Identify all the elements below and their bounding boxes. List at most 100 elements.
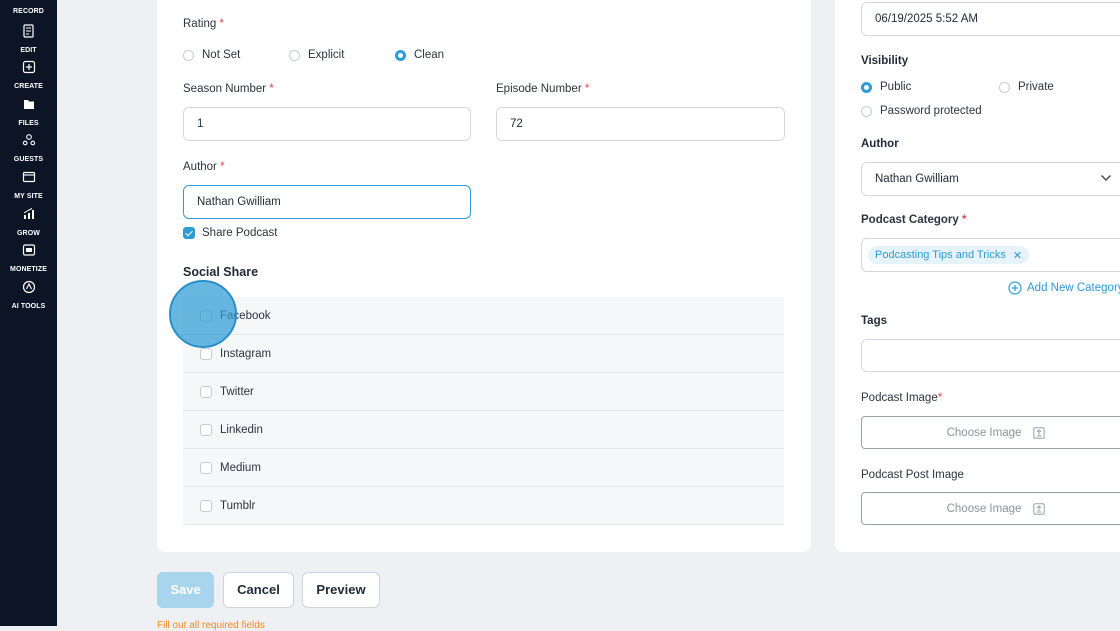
visibility-option-private[interactable]: Private (999, 81, 1054, 93)
share-podcast-label: Share Podcast (202, 227, 278, 239)
social-option-label: Twitter (220, 385, 254, 398)
cancel-button[interactable]: Cancel (223, 572, 294, 608)
required-mark: * (219, 18, 224, 30)
social-share-title: Social Share (183, 265, 259, 279)
social-option-label: Medium (220, 461, 261, 474)
guests-icon (22, 134, 35, 146)
nav-files[interactable]: FILES (0, 97, 57, 130)
checkbox (200, 347, 212, 360)
social-option-twitter[interactable]: Twitter (183, 373, 784, 411)
checkbox (200, 499, 212, 512)
nav-my-site-label: MY SITE (14, 193, 43, 200)
checkbox (200, 385, 212, 398)
social-option-label: Linkedin (220, 423, 263, 436)
podcast-category-label-text: Podcast Category (861, 214, 959, 226)
author-label: Author * (183, 161, 225, 173)
required-mark: * (220, 161, 225, 173)
radio-circle (183, 49, 194, 61)
podcast-image-label-text: Podcast Image (861, 392, 938, 404)
publish-datetime-input[interactable]: 06/19/2025 5:52 AM (861, 2, 1120, 36)
social-option-tumblr[interactable]: Tumblr (183, 487, 784, 525)
social-option-label: Instagram (220, 347, 272, 360)
upload-icon (1033, 426, 1046, 439)
nav-guests-label: GUESTS (13, 156, 44, 163)
required-mark: * (584, 83, 590, 95)
share-podcast-checkbox[interactable]: Share Podcast (183, 227, 277, 239)
files-icon (23, 100, 34, 109)
visibility-option-label: Public (880, 81, 912, 93)
site-icon (22, 171, 35, 183)
social-option-instagram[interactable]: Instagram (183, 335, 784, 373)
visibility-option-label: Password protected (880, 105, 982, 117)
ai-icon (22, 280, 35, 294)
social-option-label: Facebook (220, 309, 271, 322)
season-number-label-text: Season Number (183, 83, 267, 95)
rating-label: Rating * (183, 18, 224, 30)
nav-create[interactable]: CREATE (0, 60, 57, 93)
social-option-medium[interactable]: Medium (183, 449, 784, 487)
remove-chip-icon[interactable]: ✕ (1013, 249, 1022, 262)
season-number-input[interactable]: 1 (183, 107, 471, 141)
social-option-linkedin[interactable]: Linkedin (183, 411, 784, 449)
nav-monetize[interactable]: MONETIZE (0, 243, 57, 276)
nav-edit-label: EDIT (20, 47, 37, 54)
author-label-text: Author (183, 161, 217, 173)
author-select[interactable]: Nathan Gwilliam (861, 162, 1120, 196)
nav-create-label: CREATE (14, 83, 43, 90)
visibility-option-public[interactable]: Public (861, 81, 911, 93)
social-option-facebook[interactable]: Facebook (183, 297, 784, 335)
checkbox (200, 423, 212, 436)
visibility-option-label: Private (1018, 81, 1054, 93)
visibility-label: Visibility (861, 55, 909, 67)
episode-number-input[interactable]: 72 (496, 107, 785, 141)
right-author-label: Author (861, 138, 899, 150)
required-mark: * (937, 392, 943, 404)
edit-icon (22, 24, 34, 38)
podcast-post-image-choose-button[interactable]: Choose Image (861, 492, 1120, 525)
nav-record-label: RECORD (13, 8, 44, 15)
checkbox-checked (183, 227, 195, 239)
nav-guests[interactable]: GUESTS (0, 133, 57, 166)
radio-circle-selected (395, 49, 406, 61)
checkbox (200, 309, 212, 322)
nav-my-site[interactable]: MY SITE (0, 170, 57, 203)
choose-image-label: Choose Image (946, 426, 1022, 439)
rating-option-not-set[interactable]: Not Set (183, 49, 240, 61)
category-chip-label: Podcasting Tips and Tricks (875, 249, 1006, 261)
sidebar: RECORD EDIT CREATE FILES GUESTS MY SITE … (0, 0, 57, 626)
nav-edit[interactable]: EDIT (0, 24, 57, 57)
rating-option-label: Not Set (202, 49, 241, 61)
nav-record[interactable]: RECORD (0, 0, 57, 18)
save-button[interactable]: Save (157, 572, 214, 608)
preview-button[interactable]: Preview (302, 572, 380, 608)
radio-circle (289, 49, 300, 61)
rating-option-clean[interactable]: Clean (395, 49, 444, 61)
add-new-category-label: Add New Category (1027, 282, 1120, 294)
upload-icon (1033, 502, 1046, 515)
required-mark: * (269, 83, 274, 95)
visibility-option-password[interactable]: Password protected (861, 105, 982, 117)
author-input[interactable]: Nathan Gwilliam (183, 185, 471, 219)
nav-ai-tools-label: AI TOOLS (11, 303, 46, 310)
rating-option-explicit[interactable]: Explicit (289, 49, 344, 61)
radio-circle-selected (861, 81, 872, 93)
social-share-list: Facebook Instagram Twitter Linkedin Medi… (183, 297, 784, 525)
radio-circle (861, 105, 872, 117)
tags-label: Tags (861, 315, 887, 327)
podcast-image-choose-button[interactable]: Choose Image (861, 416, 1120, 449)
season-number-label: Season Number * (183, 83, 274, 95)
tags-input[interactable] (861, 339, 1120, 372)
monetize-icon (22, 244, 35, 256)
podcast-post-image-label: Podcast Post Image (861, 469, 964, 481)
add-new-category-button[interactable]: Add New Category (1008, 281, 1120, 295)
podcast-image-label: Podcast Image* (861, 392, 942, 404)
create-icon (22, 60, 35, 74)
rating-option-label: Clean (414, 49, 445, 61)
nav-grow[interactable]: GROW (0, 207, 57, 240)
podcast-category-label: Podcast Category * (861, 214, 966, 226)
grow-icon (23, 208, 34, 219)
nav-ai-tools[interactable]: AI TOOLS (0, 280, 57, 313)
chevron-down-icon[interactable] (1100, 173, 1112, 183)
radio-circle (999, 81, 1010, 93)
episode-number-label-text: Episode Number (496, 83, 582, 95)
